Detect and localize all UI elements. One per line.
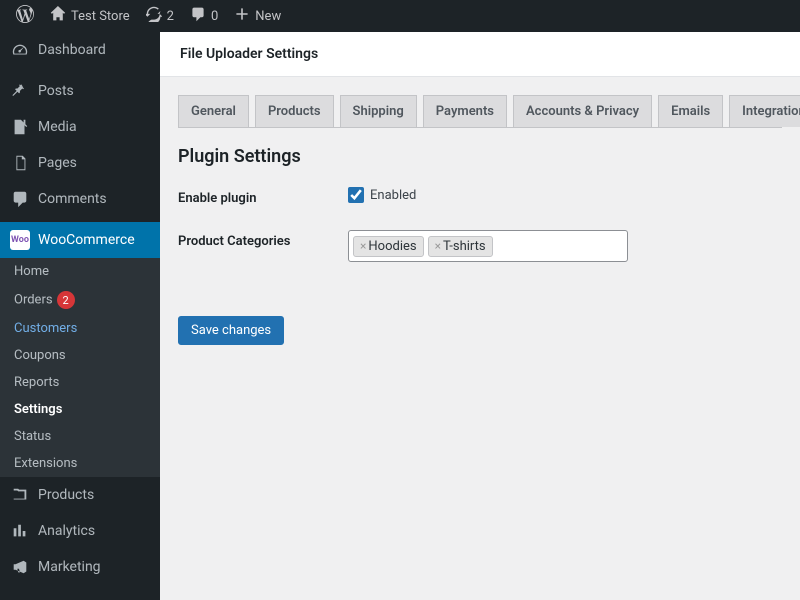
pin-icon	[10, 81, 30, 101]
page-icon	[10, 153, 30, 173]
remove-chip-icon[interactable]: ×	[435, 239, 441, 253]
submenu-customers[interactable]: Customers	[0, 315, 160, 342]
submenu-orders[interactable]: Orders2	[0, 285, 160, 315]
products-icon	[10, 485, 30, 505]
tab-emails[interactable]: Emails	[658, 95, 723, 127]
comment-icon	[10, 189, 30, 209]
menu-analytics[interactable]: Analytics	[0, 513, 160, 549]
orders-badge: 2	[57, 291, 75, 309]
chip-label: T-shirts	[443, 239, 486, 254]
dashboard-icon	[10, 40, 30, 60]
menu-media[interactable]: Media	[0, 109, 160, 145]
tab-integration[interactable]: Integration	[729, 95, 800, 127]
media-icon	[10, 117, 30, 137]
admin-sidebar: Dashboard Posts Media Pages Comments Woo…	[0, 32, 160, 600]
updates-link[interactable]: 2	[138, 0, 182, 32]
menu-dashboard[interactable]: Dashboard	[0, 32, 160, 68]
page-header: File Uploader Settings	[160, 32, 800, 77]
menu-appearance[interactable]: Appearance	[0, 590, 160, 600]
enabled-text: Enabled	[370, 188, 416, 203]
row-enable-plugin: Enable plugin Enabled	[178, 187, 782, 206]
marketing-icon	[10, 557, 30, 577]
submenu-reports[interactable]: Reports	[0, 369, 160, 396]
site-name: Test Store	[71, 9, 130, 24]
updates-icon	[146, 6, 162, 26]
wp-logo[interactable]	[8, 0, 42, 32]
tab-products[interactable]: Products	[255, 95, 334, 127]
comments-icon	[190, 6, 206, 26]
chip-label: Hoodies	[368, 239, 416, 254]
remove-chip-icon[interactable]: ×	[360, 239, 366, 253]
submenu-extensions[interactable]: Extensions	[0, 450, 160, 477]
analytics-icon	[10, 521, 30, 541]
menu-posts[interactable]: Posts	[0, 73, 160, 109]
content-area: File Uploader Settings GeneralProductsSh…	[160, 32, 800, 600]
submenu-coupons[interactable]: Coupons	[0, 342, 160, 369]
page-title: File Uploader Settings	[180, 46, 318, 62]
category-chip[interactable]: ×T-shirts	[428, 236, 493, 257]
submenu-settings[interactable]: Settings	[0, 396, 160, 423]
wordpress-icon	[16, 5, 34, 27]
tab-accounts-privacy[interactable]: Accounts & Privacy	[513, 95, 652, 127]
category-chip[interactable]: ×Hoodies	[353, 236, 424, 257]
checkbox-enable-plugin[interactable]	[348, 187, 364, 203]
new-label: New	[255, 9, 281, 24]
save-changes-button[interactable]: Save changes	[178, 316, 284, 345]
home-icon	[50, 6, 66, 26]
site-home-link[interactable]: Test Store	[42, 0, 138, 32]
settings-tabs: GeneralProductsShippingPaymentsAccounts …	[178, 95, 782, 128]
woocommerce-icon: Woo	[10, 230, 30, 250]
menu-marketing[interactable]: Marketing	[0, 549, 160, 585]
plus-icon	[234, 6, 250, 26]
new-content-link[interactable]: New	[226, 0, 289, 32]
woocommerce-submenu: Home Orders2 Customers Coupons Reports S…	[0, 258, 160, 477]
tab-shipping[interactable]: Shipping	[340, 95, 417, 127]
menu-products[interactable]: Products	[0, 477, 160, 513]
updates-count: 2	[167, 9, 174, 24]
tab-general[interactable]: General	[178, 95, 249, 127]
row-product-categories: Product Categories ×Hoodies×T-shirts	[178, 230, 782, 262]
menu-comments[interactable]: Comments	[0, 181, 160, 217]
submenu-home[interactable]: Home	[0, 258, 160, 285]
admin-toolbar: Test Store 2 0 New	[0, 0, 800, 32]
tab-payments[interactable]: Payments	[423, 95, 507, 127]
label-product-categories: Product Categories	[178, 230, 348, 249]
submenu-status[interactable]: Status	[0, 423, 160, 450]
label-enable-plugin: Enable plugin	[178, 187, 348, 206]
menu-woocommerce[interactable]: Woo WooCommerce	[0, 222, 160, 258]
comments-link[interactable]: 0	[182, 0, 226, 32]
section-title: Plugin Settings	[178, 146, 782, 167]
product-categories-select[interactable]: ×Hoodies×T-shirts	[348, 230, 628, 262]
comments-count: 0	[211, 9, 218, 24]
menu-pages[interactable]: Pages	[0, 145, 160, 181]
